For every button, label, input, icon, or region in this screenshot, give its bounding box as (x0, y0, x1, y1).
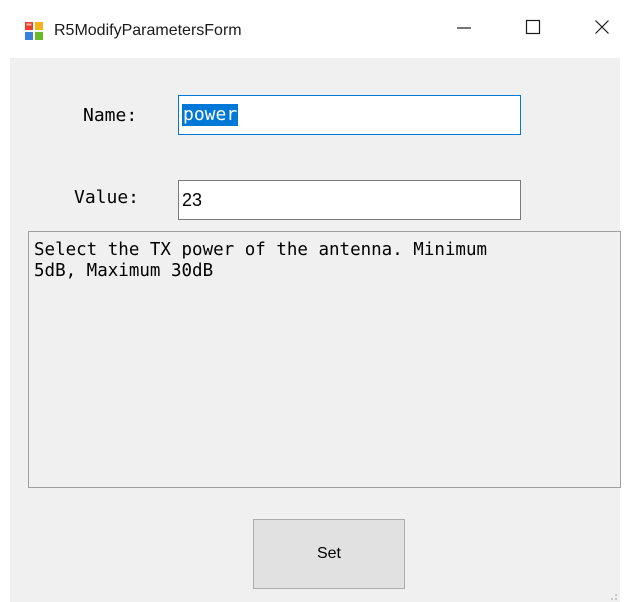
resize-grip-icon[interactable] (606, 588, 618, 600)
winforms-app-icon[interactable] (24, 21, 44, 41)
minimize-button[interactable] (441, 0, 487, 58)
modify-parameters-window: R5ModifyParametersForm Name: power Value… (0, 0, 630, 602)
name-field[interactable]: power (178, 95, 521, 135)
name-label: Name: (83, 105, 138, 126)
maximize-button[interactable] (510, 0, 556, 58)
maximize-icon (525, 19, 541, 40)
set-button[interactable]: Set (253, 519, 405, 589)
close-icon (594, 19, 610, 40)
close-button[interactable] (579, 0, 625, 58)
name-field-selected-text: power (182, 104, 239, 126)
description-textarea[interactable]: Select the TX power of the antenna. Mini… (28, 231, 621, 488)
window-title: R5ModifyParametersForm (54, 22, 242, 39)
value-label: Value: (74, 187, 140, 208)
form-client-area: Name: power Value: 23 Select the TX powe… (10, 58, 621, 602)
value-field[interactable]: 23 (178, 180, 521, 220)
minimize-icon (456, 19, 472, 40)
title-bar[interactable]: R5ModifyParametersForm (0, 0, 630, 58)
